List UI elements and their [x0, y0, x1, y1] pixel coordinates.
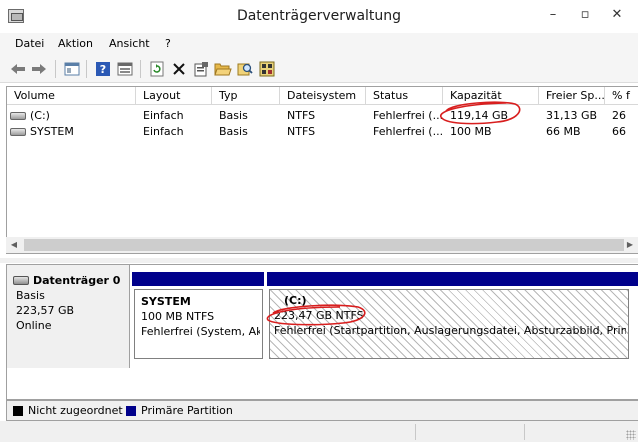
cell-layout: Einfach: [143, 109, 184, 122]
disk-icon: [13, 276, 29, 285]
menu-ansicht[interactable]: Ansicht: [109, 37, 150, 50]
disk-info[interactable]: Datenträger 0 Basis 223,57 GB Online: [7, 265, 130, 368]
cell-dateisystem: NTFS: [287, 125, 316, 138]
disk-type: Basis: [16, 289, 45, 302]
legend-label: Primäre Partition: [141, 404, 233, 417]
column-header-kapazitaet[interactable]: Kapazität: [443, 87, 539, 105]
properties-sheet-icon[interactable]: [192, 60, 210, 78]
cell-layout: Einfach: [143, 125, 184, 138]
partition-bar-system: [132, 272, 264, 286]
disk-map: Datenträger 0 Basis 223,57 GB Online SYS…: [6, 264, 638, 400]
partition-c[interactable]: (C:) 223,47 GB NTFS Fehlerfrei (Startpar…: [269, 289, 629, 359]
column-header-freier-speicher[interactable]: Freier Sp...: [539, 87, 605, 105]
column-header-status[interactable]: Status: [366, 87, 443, 105]
cell-typ: Basis: [219, 125, 248, 138]
resize-grip-icon[interactable]: [626, 430, 636, 440]
disk-size: 223,57 GB: [16, 304, 75, 317]
menu-aktion[interactable]: Aktion: [58, 37, 93, 50]
cell-dateisystem: NTFS: [287, 109, 316, 122]
partition-size: 223,47 GB NTFS: [274, 309, 364, 322]
partition-system[interactable]: SYSTEM 100 MB NTFS Fehlerfrei (System, A…: [134, 289, 263, 359]
legend-label: Nicht zugeordnet: [28, 404, 123, 417]
properties-icon[interactable]: [63, 60, 81, 78]
partition-status: Fehlerfrei (Startpartition, Auslagerungs…: [274, 324, 626, 337]
disk-name: Datenträger 0: [33, 274, 121, 287]
legend: Nicht zugeordnet Primäre Partition: [6, 400, 638, 421]
partition-size: 100 MB NTFS: [141, 310, 215, 323]
cell-volume: SYSTEM: [30, 125, 74, 138]
back-icon[interactable]: [9, 60, 27, 78]
partition-bar-c: [267, 272, 638, 286]
scroll-right-icon[interactable]: ▶: [622, 237, 638, 253]
drive-icon: [10, 112, 26, 120]
partition-status: Fehlerfrei (System, Akt: [141, 325, 260, 338]
table-row[interactable]: (C:) Einfach Basis NTFS Fehlerfrei (... …: [7, 108, 638, 124]
toolbar: ?: [0, 55, 638, 83]
column-header-layout[interactable]: Layout: [136, 87, 212, 105]
menu-help[interactable]: ?: [165, 37, 171, 50]
partition-name: SYSTEM: [141, 295, 191, 308]
cell-kapazitaet: 119,14 GB: [450, 109, 509, 122]
title-bar: Datenträgerverwaltung – ▫ ✕: [0, 0, 638, 33]
close-button[interactable]: ✕: [603, 4, 631, 26]
toolbar-separator: [86, 60, 87, 78]
status-segment: [415, 424, 416, 440]
partition-name: (C:): [284, 294, 307, 307]
status-bar: [0, 421, 638, 442]
toolbar-separator: [55, 60, 56, 78]
toolbar-separator: [140, 60, 141, 78]
cell-status: Fehlerfrei (...: [373, 125, 443, 138]
table-row[interactable]: SYSTEM Einfach Basis NTFS Fehlerfrei (..…: [7, 124, 638, 140]
open-folder-icon[interactable]: [214, 60, 232, 78]
cell-status: Fehlerfrei (...: [373, 109, 443, 122]
minimize-button[interactable]: –: [539, 4, 567, 26]
delete-icon[interactable]: [170, 60, 188, 78]
view-icon[interactable]: [116, 60, 134, 78]
forward-icon[interactable]: [30, 60, 48, 78]
drive-icon: [10, 128, 26, 136]
column-header-prozent-frei[interactable]: % f: [605, 87, 638, 105]
column-header-volume[interactable]: Volume: [7, 87, 136, 105]
status-segment: [524, 424, 525, 440]
cell-kapazitaet: 100 MB: [450, 125, 492, 138]
disk-state: Online: [16, 319, 52, 332]
pane-divider[interactable]: [0, 258, 638, 263]
horizontal-scrollbar[interactable]: ◀ ▶: [6, 237, 638, 253]
menu-bar: Datei Aktion Ansicht ?: [0, 33, 638, 55]
menu-datei[interactable]: Datei: [15, 37, 44, 50]
scrollbar-thumb[interactable]: [24, 239, 624, 251]
cell-prozent-frei: 26: [612, 109, 626, 122]
column-header-dateisystem[interactable]: Dateisystem: [280, 87, 366, 105]
explore-icon[interactable]: [236, 60, 254, 78]
legend-swatch-primary: [126, 406, 136, 416]
refresh-icon[interactable]: [148, 60, 166, 78]
maximize-button[interactable]: ▫: [571, 4, 599, 26]
legend-swatch-unallocated: [13, 406, 23, 416]
svg-text:?: ?: [100, 63, 106, 76]
check-disk-icon[interactable]: [258, 60, 276, 78]
cell-freier-speicher: 31,13 GB: [546, 109, 598, 122]
cell-prozent-frei: 66: [612, 125, 626, 138]
volume-list: Volume Layout Typ Dateisystem Status Kap…: [6, 86, 638, 254]
help-icon[interactable]: ?: [94, 60, 112, 78]
scroll-left-icon[interactable]: ◀: [6, 237, 22, 253]
cell-typ: Basis: [219, 109, 248, 122]
column-header-typ[interactable]: Typ: [212, 87, 280, 105]
cell-volume: (C:): [30, 109, 50, 122]
cell-freier-speicher: 66 MB: [546, 125, 581, 138]
